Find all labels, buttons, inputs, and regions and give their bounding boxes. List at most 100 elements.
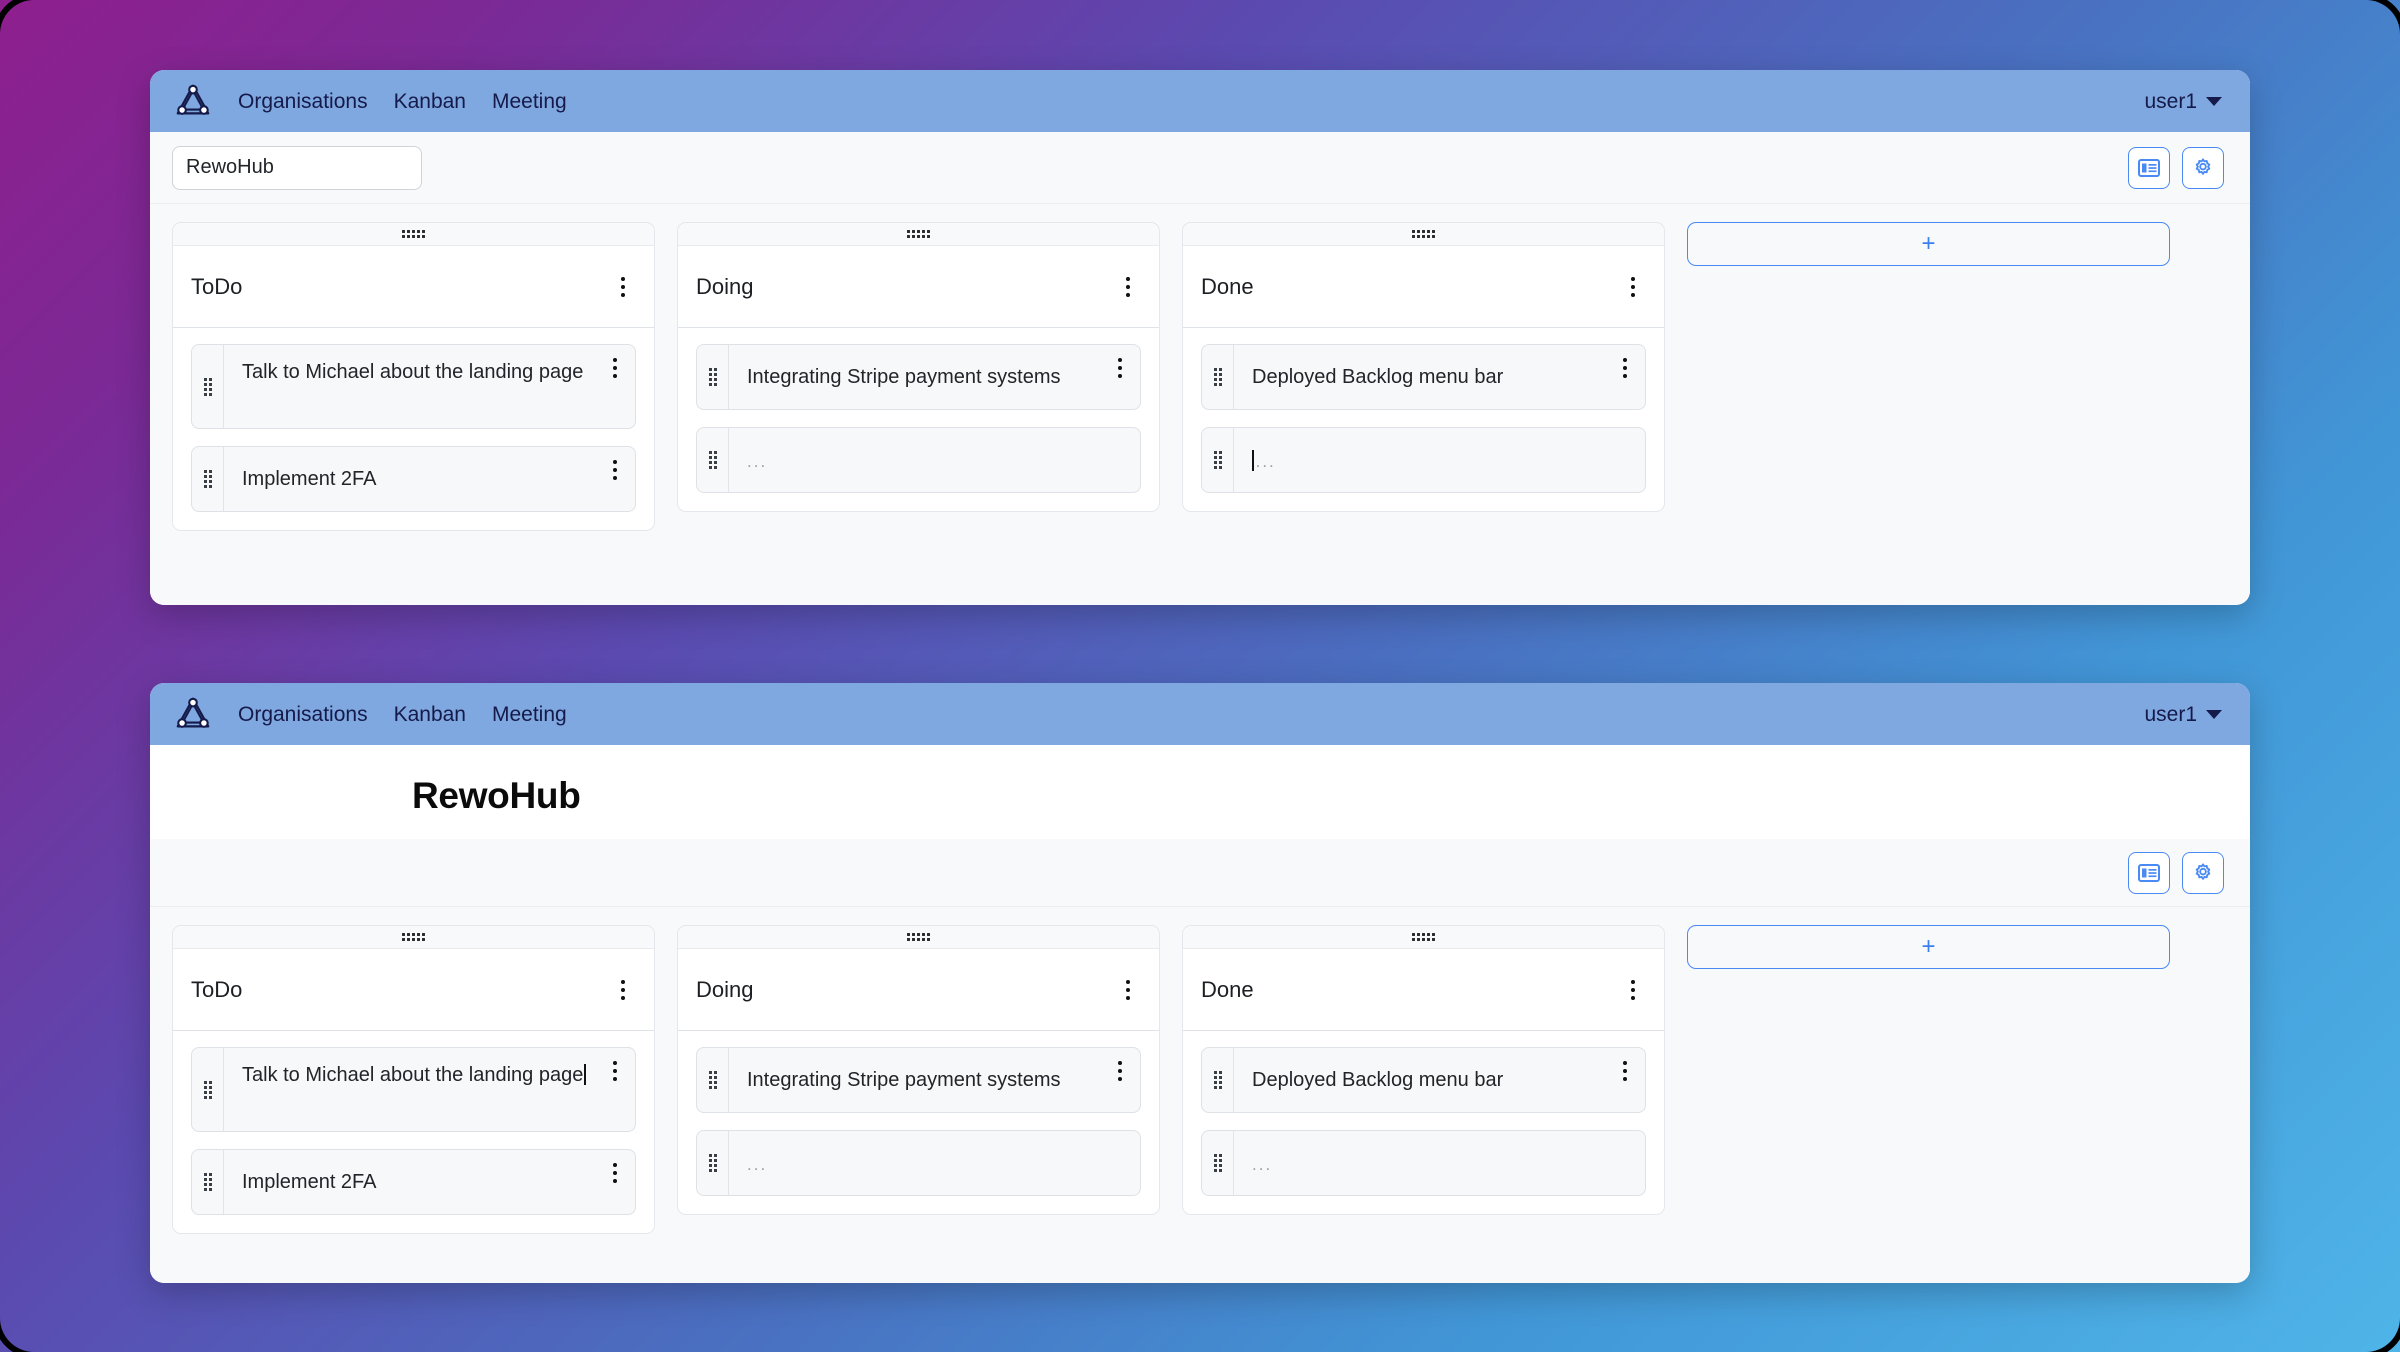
card-content[interactable]: Deployed Backlog menu bar [1234,1048,1645,1112]
column-drag-handle[interactable] [173,223,654,246]
kebab-menu-icon[interactable] [614,975,632,1005]
column-drag-handle[interactable] [678,223,1159,246]
card-drag-handle-icon[interactable] [697,345,729,409]
settings-button[interactable] [2182,851,2224,894]
kanban-card[interactable]: Implement 2FA [191,446,636,512]
column-drag-handle[interactable] [678,926,1159,949]
card-content[interactable]: ... [729,1131,1140,1195]
card-kebab-menu-icon[interactable] [607,1159,623,1187]
kebab-menu-icon[interactable] [1624,975,1642,1005]
column-title: ToDo [191,273,243,299]
column-drag-handle[interactable] [1183,223,1664,246]
kanban-card[interactable]: Implement 2FA [191,1149,636,1215]
kanban-column-doing: Doing Integrating Stripe payment systems [677,222,1160,512]
card-drag-handle-icon[interactable] [1202,428,1234,492]
nav-left-group: Organisations Kanban Meeting [174,82,567,120]
kanban-card[interactable]: Deployed Backlog menu bar [1201,344,1646,410]
column-header: Doing [678,246,1159,328]
card-kebab-menu-icon[interactable] [1112,1057,1128,1085]
card-content[interactable]: ... [729,428,1140,492]
navbar-bottom: Organisations Kanban Meeting user1 [150,683,2250,745]
card-drag-handle-icon[interactable] [192,1150,224,1214]
nav-link-kanban[interactable]: Kanban [394,91,466,112]
board-name-input[interactable] [172,145,422,190]
column-title: Doing [696,273,754,299]
triangle-logo-icon [176,84,210,115]
nav-link-meeting[interactable]: Meeting [492,91,567,112]
card-drag-handle-icon[interactable] [192,1048,224,1131]
nav-links: Organisations Kanban Meeting [238,704,567,725]
column-drag-handle[interactable] [173,926,654,949]
nav-link-kanban[interactable]: Kanban [394,704,466,725]
card-content[interactable]: Implement 2FA [224,447,635,511]
column-title: Doing [696,976,754,1002]
card-content[interactable]: Talk to Michael about the landing page [224,345,635,428]
app-window-bottom: Organisations Kanban Meeting user1 RewoH… [150,683,2250,1283]
nav-link-organisations[interactable]: Organisations [238,704,368,725]
kanban-card-placeholder-focused[interactable]: ... [1201,427,1646,493]
card-content[interactable]: Implement 2FA [224,1150,635,1214]
card-content[interactable]: Talk to Michael about the landing page [224,1048,635,1131]
card-title: Implement 2FA [242,1170,377,1193]
card-content[interactable]: ... [1234,428,1645,492]
list-icon [2138,863,2160,882]
kanban-card-focused[interactable]: Talk to Michael about the landing page [191,1047,636,1132]
column-header: Done [1183,949,1664,1031]
card-content[interactable]: Deployed Backlog menu bar [1234,345,1645,409]
card-drag-handle-icon[interactable] [1202,1131,1234,1195]
card-drag-handle-icon[interactable] [1202,345,1234,409]
card-kebab-menu-icon[interactable] [607,456,623,484]
board-toolbar-bottom [150,839,2250,907]
user-menu-label: user1 [2144,702,2197,726]
card-drag-handle-icon[interactable] [1202,1048,1234,1112]
drag-handle-icon [1412,933,1435,941]
drag-handle-icon [402,933,425,941]
user-menu[interactable]: user1 [2144,704,2222,725]
kanban-card-placeholder[interactable]: ... [696,1130,1141,1196]
kanban-card[interactable]: Integrating Stripe payment systems [696,1047,1141,1113]
card-drag-handle-icon[interactable] [697,428,729,492]
card-drag-handle-icon[interactable] [697,1048,729,1112]
kebab-menu-icon[interactable] [1119,975,1137,1005]
card-content[interactable]: ... [1234,1131,1645,1195]
card-title: Integrating Stripe payment systems [747,365,1061,388]
kebab-menu-icon[interactable] [1624,272,1642,302]
card-drag-handle-icon[interactable] [192,345,224,428]
column-header: Done [1183,246,1664,328]
kanban-card-placeholder[interactable]: ... [1201,1130,1646,1196]
card-kebab-menu-icon[interactable] [607,1057,623,1085]
kanban-card-placeholder[interactable]: ... [696,427,1141,493]
kebab-menu-icon[interactable] [614,272,632,302]
kanban-card[interactable]: Integrating Stripe payment systems [696,344,1141,410]
kanban-card[interactable]: Talk to Michael about the landing page [191,344,636,429]
user-menu[interactable]: user1 [2144,91,2222,112]
card-drag-handle-icon[interactable] [697,1131,729,1195]
column-title: Done [1201,273,1254,299]
page-title: RewoHub [412,775,581,816]
card-kebab-menu-icon[interactable] [1617,1057,1633,1085]
nav-link-organisations[interactable]: Organisations [238,91,368,112]
list-view-button[interactable] [2128,851,2170,894]
nav-link-meeting[interactable]: Meeting [492,704,567,725]
settings-button[interactable] [2182,146,2224,189]
nav-links: Organisations Kanban Meeting [238,91,567,112]
kanban-board-top: ToDo Talk to Michael about the landing p… [150,204,2250,605]
nav-left-group: Organisations Kanban Meeting [174,695,567,733]
list-view-button[interactable] [2128,146,2170,189]
card-title: Deployed Backlog menu bar [1252,365,1504,388]
card-content[interactable]: Integrating Stripe payment systems [729,1048,1140,1112]
card-kebab-menu-icon[interactable] [1617,354,1633,382]
kebab-menu-icon[interactable] [1119,272,1137,302]
card-title: Implement 2FA [242,467,377,490]
text-cursor-caret [1252,449,1254,471]
chevron-down-icon [2206,709,2222,719]
card-kebab-menu-icon[interactable] [607,354,623,382]
add-column-button[interactable]: + [1687,925,2170,969]
column-drag-handle[interactable] [1183,926,1664,949]
add-column-button[interactable]: + [1687,222,2170,266]
card-kebab-menu-icon[interactable] [1112,354,1128,382]
card-content[interactable]: Integrating Stripe payment systems [729,345,1140,409]
card-drag-handle-icon[interactable] [192,447,224,511]
kanban-column-done: Done Deployed Backlog menu bar ... [1182,925,1665,1215]
kanban-card[interactable]: Deployed Backlog menu bar [1201,1047,1646,1113]
